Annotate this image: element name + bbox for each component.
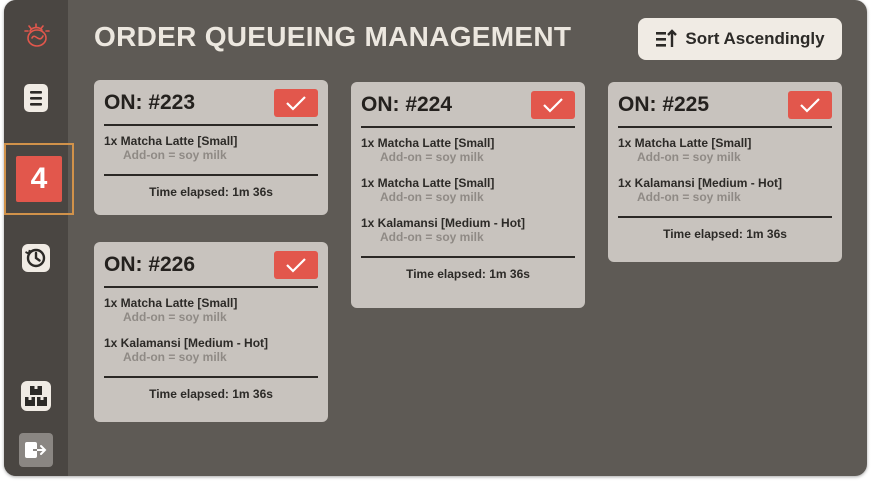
order-number: ON: #226 (104, 253, 196, 276)
complete-order-button[interactable] (788, 91, 832, 119)
order-list-icon (24, 84, 48, 112)
complete-order-button[interactable] (531, 91, 575, 119)
checkmark-icon (543, 98, 563, 113)
sidebar-item-inventory[interactable] (4, 372, 68, 420)
time-elapsed: Time elapsed: 1m 36s (104, 376, 318, 401)
queue-count-badge: 4 (16, 156, 62, 202)
list-item: 1x Matcha Latte [Small] Add-on = soy mil… (361, 176, 575, 204)
sidebar-item-logout[interactable] (4, 430, 68, 470)
time-elapsed: Time elapsed: 1m 36s (618, 216, 832, 241)
logout-button[interactable] (19, 433, 53, 467)
history-icon (22, 244, 50, 272)
page-title: ORDER QUEUEING MANAGEMENT (94, 21, 572, 52)
sidebar-logo (4, 12, 68, 56)
order-card-header: ON: #224 (361, 90, 575, 128)
item-name: 1x Kalamansi [Medium - Hot] (104, 336, 269, 350)
order-number: ON: #224 (361, 93, 453, 116)
item-name: 1x Matcha Latte [Small] (361, 176, 495, 190)
checkmark-icon (800, 98, 820, 113)
order-card-header: ON: #223 (104, 88, 318, 126)
app-window: 4 ORDER QUEUEING MANAGEMENT Sort Ascendi… (4, 0, 867, 476)
order-card: ON: #226 1x Matcha Latte [Small] Add-on … (94, 242, 328, 422)
list-item: 1x Matcha Latte [Small] Add-on = soy mil… (361, 136, 575, 164)
item-addon: Add-on = soy milk (123, 350, 227, 364)
logout-icon (25, 442, 47, 458)
item-addon: Add-on = soy milk (380, 150, 484, 164)
inventory-icon (21, 381, 51, 411)
sidebar-item-queue[interactable]: 4 (4, 143, 74, 215)
item-name: 1x Matcha Latte [Small] (104, 134, 238, 148)
order-card-header: ON: #226 (104, 250, 318, 288)
complete-order-button[interactable] (274, 89, 318, 117)
sidebar: 4 (4, 0, 74, 476)
list-item: 1x Kalamansi [Medium - Hot] Add-on = soy… (618, 176, 832, 204)
item-name: 1x Matcha Latte [Small] (104, 296, 238, 310)
time-elapsed: Time elapsed: 1m 36s (104, 174, 318, 199)
list-item: 1x Matcha Latte [Small] Add-on = soy mil… (618, 136, 832, 164)
complete-order-button[interactable] (274, 251, 318, 279)
item-name: 1x Matcha Latte [Small] (361, 136, 495, 150)
item-addon: Add-on = soy milk (123, 148, 227, 162)
time-elapsed: Time elapsed: 1m 36s (361, 256, 575, 281)
order-number: ON: #223 (104, 91, 196, 114)
order-items: 1x Matcha Latte [Small] Add-on = soy mil… (104, 126, 318, 162)
list-item: 1x Kalamansi [Medium - Hot] Add-on = soy… (361, 216, 575, 244)
item-addon: Add-on = soy milk (637, 190, 741, 204)
item-addon: Add-on = soy milk (637, 150, 741, 164)
item-addon: Add-on = soy milk (380, 230, 484, 244)
order-number: ON: #225 (618, 93, 710, 116)
item-addon: Add-on = soy milk (123, 310, 227, 324)
order-card: ON: #223 1x Matcha Latte [Small] Add-on … (94, 80, 328, 215)
item-name: 1x Matcha Latte [Small] (618, 136, 752, 150)
checkmark-icon (286, 96, 306, 111)
list-item: 1x Matcha Latte [Small] Add-on = soy mil… (104, 296, 318, 324)
sort-button-label: Sort Ascendingly (685, 29, 825, 48)
sidebar-item-orders[interactable] (4, 76, 68, 120)
sort-ascending-button[interactable]: Sort Ascendingly (638, 18, 842, 60)
item-addon: Add-on = soy milk (380, 190, 484, 204)
order-items: 1x Matcha Latte [Small] Add-on = soy mil… (618, 128, 832, 204)
order-card-header: ON: #225 (618, 90, 832, 128)
logo-icon (24, 23, 50, 47)
order-card: ON: #225 1x Matcha Latte [Small] Add-on … (608, 82, 842, 262)
order-items: 1x Matcha Latte [Small] Add-on = soy mil… (104, 288, 318, 364)
list-item: 1x Kalamansi [Medium - Hot] Add-on = soy… (104, 336, 318, 364)
order-card: ON: #224 1x Matcha Latte [Small] Add-on … (351, 82, 585, 308)
sort-ascending-icon (656, 29, 678, 47)
sidebar-item-history[interactable] (4, 236, 68, 280)
order-items: 1x Matcha Latte [Small] Add-on = soy mil… (361, 128, 575, 244)
item-name: 1x Kalamansi [Medium - Hot] (361, 216, 526, 230)
item-name: 1x Kalamansi [Medium - Hot] (618, 176, 783, 190)
checkmark-icon (286, 258, 306, 273)
list-item: 1x Matcha Latte [Small] Add-on = soy mil… (104, 134, 318, 162)
